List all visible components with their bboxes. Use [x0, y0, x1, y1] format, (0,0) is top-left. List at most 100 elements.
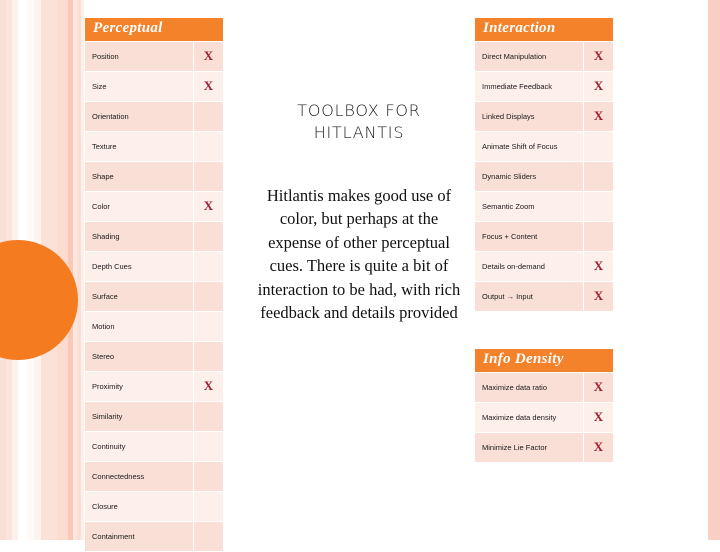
- info-density-table-header: Info Density: [475, 349, 613, 372]
- row-label: Semantic Zoom: [475, 191, 583, 221]
- table-row: Orientation: [85, 101, 223, 131]
- row-mark-empty: [194, 101, 223, 131]
- row-label: Texture: [85, 131, 193, 161]
- row-mark-empty: [194, 221, 223, 251]
- row-mark-empty: [194, 431, 223, 461]
- row-label: Maximize data ratio: [475, 372, 583, 402]
- row-mark-empty: [194, 131, 223, 161]
- row-check-mark: X: [584, 432, 613, 462]
- row-check-mark: X: [194, 371, 223, 401]
- row-mark-empty: [194, 311, 223, 341]
- table-row: Color X: [85, 191, 223, 221]
- table-row: Maximize data density X: [475, 402, 613, 432]
- row-label: Dynamic Sliders: [475, 161, 583, 191]
- table-row: Surface: [85, 281, 223, 311]
- row-check-mark: X: [194, 71, 223, 101]
- perceptual-title: Perceptual: [85, 18, 223, 41]
- row-label: Similarity: [85, 401, 193, 431]
- row-mark-empty: [194, 341, 223, 371]
- table-row: Output → Input X: [475, 281, 614, 311]
- row-mark-empty: [194, 251, 223, 281]
- row-mark-empty: [584, 131, 614, 161]
- row-check-mark: X: [194, 41, 223, 71]
- row-label: Connectedness: [85, 461, 193, 491]
- row-check-mark: X: [584, 101, 614, 131]
- table-row: Closure: [85, 491, 223, 521]
- row-check-mark: X: [584, 71, 614, 101]
- perceptual-table-body: Perceptual Position X Size X Orientation Text…: [85, 18, 223, 551]
- perceptual-table: Perceptual Position X Size X Orientation Text…: [84, 17, 224, 552]
- table-row: Shading: [85, 221, 223, 251]
- row-label: Direct Manipulation: [475, 41, 583, 71]
- table-row: Details on-demand X: [475, 251, 614, 281]
- table-row: Linked Displays X: [475, 101, 614, 131]
- table-row: Proximity X: [85, 371, 223, 401]
- row-check-mark: X: [584, 251, 614, 281]
- table-row: Semantic Zoom: [475, 191, 614, 221]
- perceptual-table-header: Perceptual: [85, 18, 223, 41]
- row-label: Immediate Feedback: [475, 71, 583, 101]
- table-row: Motion: [85, 311, 223, 341]
- row-mark-empty: [584, 161, 614, 191]
- row-label: Output → Input: [475, 281, 583, 311]
- table-row: Direct Manipulation X: [475, 41, 614, 71]
- row-mark-empty: [194, 491, 223, 521]
- row-label: Position: [85, 41, 193, 71]
- row-label: Containment: [85, 521, 193, 551]
- row-label: Size: [85, 71, 193, 101]
- row-label: Depth Cues: [85, 251, 193, 281]
- info-density-title: Info Density: [475, 349, 613, 372]
- row-mark-empty: [194, 461, 223, 491]
- row-label: Shading: [85, 221, 193, 251]
- info-density-table-body: Info Density Maximize data ratio X Maximiz…: [475, 349, 613, 462]
- row-mark-empty: [584, 221, 614, 251]
- row-label: Surface: [85, 281, 193, 311]
- row-label: Minimize Lie Factor: [475, 432, 583, 462]
- center-title: TOOLBOX FOR HITLANTIS: [297, 101, 421, 142]
- row-mark-empty: [194, 161, 223, 191]
- row-label: Continuity: [85, 431, 193, 461]
- row-label: Shape: [85, 161, 193, 191]
- slide-canvas: Perceptual Position X Size X Orientation Text…: [0, 0, 720, 551]
- row-label: Motion: [85, 311, 193, 341]
- table-row: Position X: [85, 41, 223, 71]
- table-row: Size X: [85, 71, 223, 101]
- row-label: Proximity: [85, 371, 193, 401]
- table-row: Connectedness: [85, 461, 223, 491]
- interaction-title: Interaction: [475, 18, 614, 41]
- table-row: Shape: [85, 161, 223, 191]
- table-row: Focus + Content: [475, 221, 614, 251]
- row-label: Animate Shift of Focus: [475, 131, 583, 161]
- center-body-text: Hitlantis makes good use of color, but p…: [257, 186, 461, 323]
- interaction-table: Interaction Direct Manipulation X Immediat…: [474, 17, 614, 312]
- row-mark-empty: [584, 191, 614, 221]
- row-check-mark: X: [194, 191, 223, 221]
- table-row: Minimize Lie Factor X: [475, 432, 613, 462]
- table-row: Containment: [85, 521, 223, 551]
- row-mark-empty: [194, 521, 223, 551]
- interaction-table-header: Interaction: [475, 18, 614, 41]
- row-check-mark: X: [584, 402, 613, 432]
- row-label: Stereo: [85, 341, 193, 371]
- row-label: Maximize data density: [475, 402, 583, 432]
- row-check-mark: X: [584, 372, 613, 402]
- table-row: Texture: [85, 131, 223, 161]
- table-row: Depth Cues: [85, 251, 223, 281]
- row-label: Orientation: [85, 101, 193, 131]
- row-mark-empty: [194, 401, 223, 431]
- row-label: Color: [85, 191, 193, 221]
- row-mark-empty: [194, 281, 223, 311]
- row-check-mark: X: [584, 41, 614, 71]
- table-row: Stereo: [85, 341, 223, 371]
- row-label: Details on-demand: [475, 251, 583, 281]
- row-label: Linked Displays: [475, 101, 583, 131]
- row-label: Focus + Content: [475, 221, 583, 251]
- row-check-mark: X: [584, 281, 614, 311]
- interaction-table-body: Interaction Direct Manipulation X Immediat…: [475, 18, 614, 311]
- table-row: Continuity: [85, 431, 223, 461]
- table-row: Similarity: [85, 401, 223, 431]
- row-label: Closure: [85, 491, 193, 521]
- info-density-table: Info Density Maximize data ratio X Maximiz…: [474, 348, 614, 463]
- table-row: Maximize data ratio X: [475, 372, 613, 402]
- table-row: Animate Shift of Focus: [475, 131, 614, 161]
